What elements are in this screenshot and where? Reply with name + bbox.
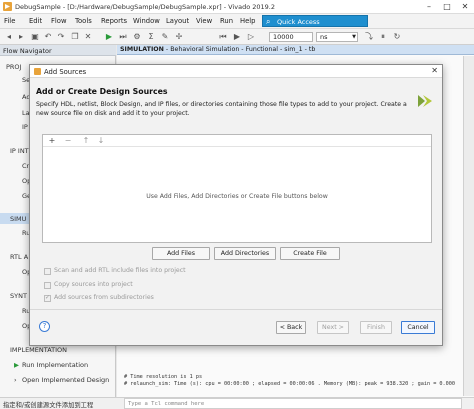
tcl-console-output: # Time resolution is 1 ps # relaunch_sim… (124, 374, 462, 394)
section-project-manager[interactable]: PROJ (6, 63, 21, 71)
close-window-button[interactable]: ✕ (456, 0, 474, 14)
dialog-title-bar: Add Sources ✕ (30, 65, 442, 78)
section-synthesis[interactable]: SYNT (10, 292, 27, 300)
nav-run-implementation[interactable]: Run Implementation (22, 361, 88, 369)
undo-icon[interactable]: ↶ (43, 32, 53, 42)
add-sources-dialog: Add Sources ✕ Add or Create Design Sourc… (29, 64, 443, 346)
step-icon[interactable]: ⏭ (118, 32, 128, 42)
settings-icon[interactable]: ⚙ (132, 32, 142, 42)
add-files-button[interactable]: Add Files (152, 247, 210, 260)
relaunch-icon[interactable]: ↻ (392, 32, 402, 42)
help-icon[interactable]: ? (39, 321, 50, 332)
next-button[interactable]: Next > (317, 321, 349, 334)
dialog-heading: Add or Create Design Sources (36, 87, 168, 96)
main-toolbar: ◂ ▸ ▣ ↶ ↷ ❐ ✕ ▶ ⏭ ⚙ Σ ✎ ✢ ⏮ ▶ ▷ 10000 ns… (0, 29, 474, 45)
menu-flow[interactable]: Flow (51, 17, 67, 25)
simulation-title-bold: SIMULATION (120, 46, 164, 53)
section-rtl-analysis[interactable]: RTL A (10, 253, 28, 261)
run-icon[interactable]: ▶ (104, 32, 114, 42)
menu-tools[interactable]: Tools (75, 17, 92, 25)
menu-reports[interactable]: Reports (101, 17, 127, 25)
quick-access-label: Quick Access (277, 17, 320, 26)
back-icon[interactable]: ◂ (4, 32, 14, 42)
sources-list[interactable]: + − ↑ ↓ Use Add Files, Add Directories o… (42, 134, 432, 243)
close-icon[interactable]: ✕ (431, 66, 438, 75)
finish-button[interactable]: Finish (360, 321, 392, 334)
restart-icon[interactable]: ⏮ (218, 32, 228, 42)
vivado-logo-icon (418, 95, 432, 107)
simulation-title-rest: - Behavioral Simulation - Functional - s… (163, 46, 316, 53)
add-icon[interactable]: + (47, 136, 57, 146)
dialog-separator (30, 309, 442, 310)
status-text: 指定和/或创建源文件添加到工程 (3, 401, 94, 409)
move-down-icon[interactable]: ↓ (96, 136, 106, 146)
flow-navigator-header: Flow Navigator (0, 45, 116, 56)
cross-probe-icon[interactable]: ✢ (174, 32, 184, 42)
tcl-placeholder: Type a Tcl command here (128, 400, 205, 407)
console-line: # Time resolution is 1 ps (124, 374, 203, 380)
option-label: Scan and add RTL include files into proj… (54, 267, 186, 274)
run-implementation-icon: ▶ (14, 361, 19, 369)
run-time-input[interactable]: 10000 (269, 32, 313, 42)
menu-help[interactable]: Help (240, 17, 256, 25)
nav-open-implemented-design[interactable]: Open Implemented Design (22, 376, 109, 384)
run-for-icon[interactable]: ▷ (246, 32, 256, 42)
sources-list-toolbar: + − ↑ ↓ (43, 135, 431, 147)
checkbox[interactable] (44, 268, 51, 275)
step-over-icon[interactable]: ⤵ (364, 32, 374, 42)
delete-icon[interactable]: ✕ (83, 32, 93, 42)
checkbox-checked[interactable] (44, 294, 51, 302)
run-all-icon[interactable]: ▶ (232, 32, 242, 42)
nav-ip-catalog[interactable]: IP (22, 123, 28, 131)
maximize-button[interactable]: □ (438, 0, 456, 14)
redo-icon[interactable]: ↷ (56, 32, 66, 42)
checkbox[interactable] (44, 282, 51, 289)
create-file-button[interactable]: Create File (280, 247, 340, 260)
minimize-button[interactable]: – (420, 0, 438, 14)
option-label: Add sources from subdirectories (54, 294, 154, 301)
menu-layout[interactable]: Layout (166, 17, 189, 25)
empty-list-hint: Use Add Files, Add Directories or Create… (146, 193, 328, 200)
pause-icon[interactable]: ⏸ (378, 32, 388, 42)
copy-icon[interactable]: ❐ (70, 32, 80, 42)
menu-file[interactable]: File (4, 17, 15, 25)
menu-run[interactable]: Run (220, 17, 233, 25)
chevron-right-icon: › (14, 376, 17, 384)
forward-icon[interactable]: ▸ (16, 32, 26, 42)
section-implementation[interactable]: IMPLEMENTATION (10, 346, 67, 354)
time-unit-value: ns (320, 33, 328, 41)
window-title-bar: DebugSample - [D:/Hardware/DebugSample/D… (0, 0, 474, 14)
search-icon: ⌕ (266, 17, 271, 26)
chevron-down-icon: ▼ (352, 34, 356, 40)
menu-bar: File Edit Flow Tools Reports Window Layo… (0, 14, 474, 29)
save-icon[interactable]: ▣ (30, 32, 40, 42)
cancel-button[interactable]: Cancel (401, 321, 435, 334)
remove-icon[interactable]: − (63, 136, 73, 146)
time-unit-select[interactable]: ns ▼ (316, 32, 358, 42)
tcl-command-input[interactable]: Type a Tcl command here (124, 398, 462, 409)
vivado-app-icon (3, 2, 12, 11)
sigma-icon[interactable]: Σ (146, 32, 156, 42)
console-line: # relaunch_sim: Time (s): cpu = 00:00:00… (124, 381, 456, 387)
move-up-icon[interactable]: ↑ (81, 136, 91, 146)
option-label: Copy sources into project (54, 281, 133, 288)
right-side-strip (463, 56, 474, 396)
vivado-app-icon (34, 68, 41, 75)
add-directories-button[interactable]: Add Directories (214, 247, 276, 260)
dialog-description: Specify HDL, netlist, Block Design, and … (36, 101, 407, 117)
flow-navigator-title: Flow Navigator (3, 46, 52, 55)
simulation-panel-header: SIMULATION - Behavioral Simulation - Fun… (117, 45, 474, 55)
dialog-title: Add Sources (44, 67, 87, 76)
menu-window[interactable]: Window (133, 17, 160, 25)
section-simulation[interactable]: SIMU (10, 215, 26, 223)
tool-icon[interactable]: ✎ (160, 32, 170, 42)
menu-view[interactable]: View (196, 17, 212, 25)
quick-access-search[interactable]: ⌕ Quick Access (262, 15, 368, 27)
status-bar: 指定和/或创建源文件添加到工程 Type a Tcl command here (0, 397, 474, 409)
window-title: DebugSample - [D:/Hardware/DebugSample/D… (15, 3, 275, 11)
back-button[interactable]: < Back (276, 321, 306, 334)
section-ip-integrator[interactable]: IP INT (10, 147, 29, 155)
menu-edit[interactable]: Edit (29, 17, 42, 25)
